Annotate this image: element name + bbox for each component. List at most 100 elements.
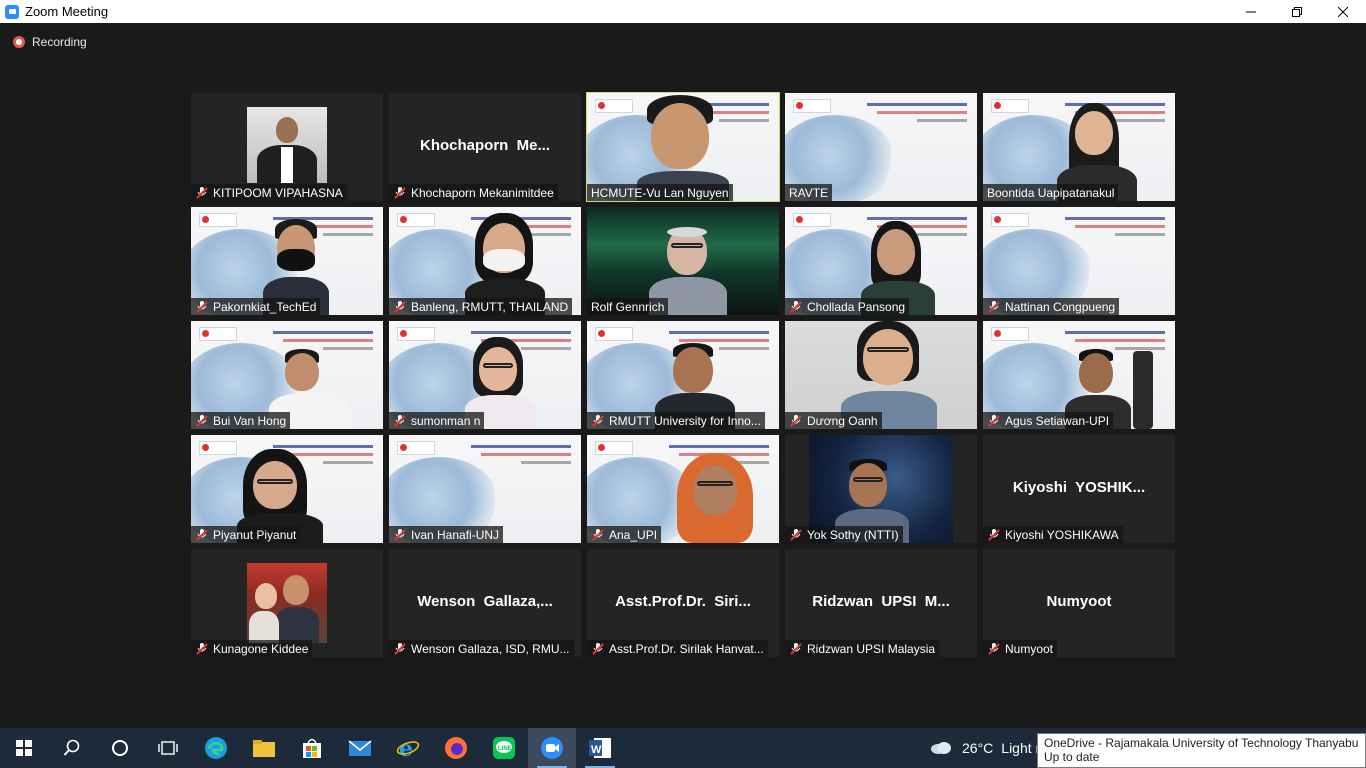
participant-display-name: Kiyoshi YOSHIK...	[1012, 479, 1146, 496]
muted-mic-icon	[196, 414, 208, 427]
store-taskbar-button[interactable]	[288, 728, 336, 768]
zoom-taskbar-button[interactable]	[528, 728, 576, 768]
participant-name: Kunagone Kiddee	[213, 641, 309, 656]
muted-mic-icon	[394, 414, 406, 427]
participant-tile[interactable]: Dương Oanh	[785, 321, 977, 429]
participant-display-name: Khochaporn Me...	[419, 137, 550, 154]
participant-name-tag: Agus Setiawan-UPI	[983, 412, 1114, 429]
participant-display-name: Numyoot	[1046, 593, 1112, 610]
participant-tile-active-speaker[interactable]: HCMUTE-Vu Lan Nguyen	[586, 92, 780, 202]
participant-name-tag: Ana_UPI	[587, 526, 662, 543]
participant-tile[interactable]: KITIPOOM VIPAHASNA	[191, 93, 383, 201]
muted-mic-icon	[790, 528, 802, 541]
minimize-button[interactable]	[1228, 0, 1274, 23]
participant-name-tag: Bui Van Hong	[191, 412, 291, 429]
weather-widget[interactable]: 26°C Light r	[930, 728, 1040, 768]
internet-explorer-taskbar-button[interactable]: e	[384, 728, 432, 768]
muted-mic-icon	[196, 300, 208, 313]
muted-mic-icon	[196, 186, 208, 199]
search-button[interactable]	[48, 728, 96, 768]
folder-icon	[253, 740, 275, 757]
participant-tile[interactable]: Ivan Hanafi-UNJ	[389, 435, 581, 543]
participant-name: Khochaporn Mekanimitdee	[411, 185, 554, 200]
task-view-icon	[158, 741, 178, 755]
svg-text:LINE: LINE	[498, 746, 512, 752]
restore-button[interactable]	[1274, 0, 1320, 23]
participant-name: Ivan Hanafi-UNJ	[411, 527, 500, 542]
participant-name: Yok Sothy (NTTI)	[807, 527, 899, 542]
window-title: Zoom Meeting	[25, 4, 109, 19]
participant-tile[interactable]: Kiyoshi YOSHIK... Kiyoshi YOSHIKAWA	[983, 435, 1175, 543]
participant-name: Agus Setiawan-UPI	[1005, 413, 1110, 428]
word-taskbar-button[interactable]: W	[576, 728, 624, 768]
participant-name-tag: Kiyoshi YOSHIKAWA	[983, 526, 1123, 543]
tooltip-line-2: Up to date	[1044, 750, 1100, 764]
participant-tile[interactable]: Ridzwan UPSI M... Ridzwan UPSI Malaysia	[785, 549, 977, 657]
participant-name-tag: Kunagone Kiddee	[191, 640, 313, 657]
task-view-button[interactable]	[144, 728, 192, 768]
muted-mic-icon	[592, 528, 604, 541]
window-controls	[1228, 0, 1366, 23]
participant-tile[interactable]: Numyoot Numyoot	[983, 549, 1175, 657]
participant-tile[interactable]: sumonman n	[389, 321, 581, 429]
participant-tile[interactable]: Nattinan Congpueng	[983, 207, 1175, 315]
cortana-button[interactable]	[96, 728, 144, 768]
zoom-app-icon	[5, 4, 19, 19]
participant-name: Nattinan Congpueng	[1005, 299, 1116, 314]
video-grid: KITIPOOM VIPAHASNA Khochaporn Me... Khoc…	[191, 92, 1175, 657]
participant-tile[interactable]: Agus Setiawan-UPI	[983, 321, 1175, 429]
recording-indicator[interactable]: Recording	[13, 35, 87, 49]
muted-mic-icon	[790, 300, 802, 313]
participant-name: Chollada Pansong	[807, 299, 906, 314]
participant-name: KITIPOOM VIPAHASNA	[213, 185, 343, 200]
participant-name: Rolf Gennrich	[591, 299, 665, 314]
weather-temperature: 26°C	[962, 740, 994, 756]
participant-tile[interactable]: Chollada Pansong	[785, 207, 977, 315]
muted-mic-icon	[196, 642, 208, 655]
participant-tile[interactable]: RMUTT University for Inno...	[587, 321, 779, 429]
participant-display-name: Ridzwan UPSI M...	[812, 593, 950, 610]
participant-tile[interactable]: Banleng, RMUTT, THAILAND	[389, 207, 581, 315]
participant-tile[interactable]: Kunagone Kiddee	[191, 549, 383, 657]
participant-name-tag: RAVTE	[785, 184, 833, 201]
restore-icon	[1292, 6, 1302, 17]
internet-explorer-icon: e	[396, 736, 420, 760]
participant-tile[interactable]: Asst.Prof.Dr. Siri... Asst.Prof.Dr. Siri…	[587, 549, 779, 657]
participant-name: Banleng, RMUTT, THAILAND	[411, 299, 569, 314]
participant-name: Dương Oanh	[807, 413, 878, 428]
onedrive-status-tooltip: OneDrive - Rajamakala University of Tech…	[1037, 733, 1366, 768]
participant-tile[interactable]: Bui Van Hong	[191, 321, 383, 429]
participant-tile[interactable]: Rolf Gennrich	[587, 207, 779, 315]
participant-name: RMUTT University for Inno...	[609, 413, 761, 428]
muted-mic-icon	[196, 528, 208, 541]
start-button[interactable]	[0, 728, 48, 768]
participant-tile[interactable]: Wenson Gallaza,... Wenson Gallaza, ISD, …	[389, 549, 581, 657]
participant-tile[interactable]: RAVTE	[785, 93, 977, 201]
participant-name-tag: RMUTT University for Inno...	[587, 412, 765, 429]
participant-name: sumonman n	[411, 413, 481, 428]
muted-mic-icon	[790, 642, 802, 655]
edge-taskbar-button[interactable]	[192, 728, 240, 768]
participant-name-tag: Dương Oanh	[785, 412, 882, 429]
svg-text:W: W	[591, 744, 602, 756]
mail-taskbar-button[interactable]	[336, 728, 384, 768]
weather-description: Light r	[1001, 740, 1041, 756]
participant-name-tag: KITIPOOM VIPAHASNA	[191, 184, 347, 201]
close-button[interactable]	[1320, 0, 1366, 23]
file-explorer-taskbar-button[interactable]	[240, 728, 288, 768]
participant-tile[interactable]: Ana_UPI	[587, 435, 779, 543]
participant-tile[interactable]: Khochaporn Me... Khochaporn Mekanimitdee	[389, 93, 581, 201]
participant-name: Boontida Uapipatanakul	[987, 185, 1115, 200]
participant-tile[interactable]: Yok Sothy (NTTI)	[785, 435, 977, 543]
cloud-rain-icon	[931, 742, 951, 754]
firefox-taskbar-button[interactable]	[432, 728, 480, 768]
line-taskbar-button[interactable]: LINE	[480, 728, 528, 768]
word-icon: W	[589, 738, 611, 758]
muted-mic-icon	[394, 642, 406, 655]
zoom-icon	[541, 737, 563, 759]
participant-tile[interactable]: Pakornkiat_TechEd	[191, 207, 383, 315]
participant-tile[interactable]: Boontida Uapipatanakul	[983, 93, 1175, 201]
participant-name-tag: Piyanut Piyanut	[191, 526, 301, 543]
participant-display-name: Asst.Prof.Dr. Siri...	[615, 593, 751, 610]
participant-tile[interactable]: Piyanut Piyanut	[191, 435, 383, 543]
